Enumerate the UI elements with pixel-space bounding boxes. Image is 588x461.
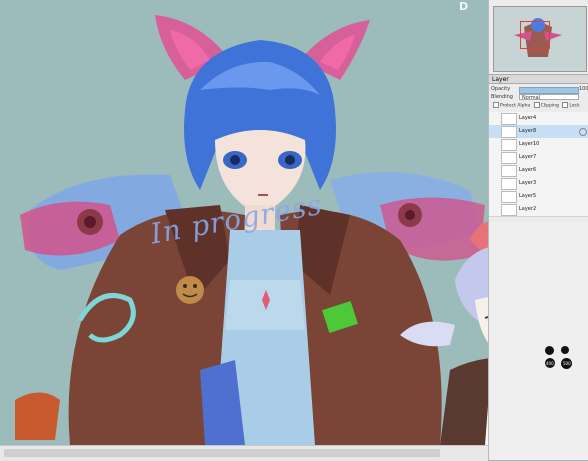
horizontal-scrollbar[interactable] — [0, 445, 488, 461]
layer-thumbnail — [501, 204, 517, 216]
layer-thumbnail — [501, 139, 517, 151]
layer-settings-icon[interactable] — [579, 128, 587, 136]
lock-label: Lock — [569, 103, 580, 109]
layer-row[interactable]: Layer5 — [489, 190, 588, 204]
lock-checkbox[interactable] — [562, 102, 569, 108]
drawing-canvas[interactable]: In progress — [0, 0, 488, 445]
layer-thumbnail — [501, 152, 517, 164]
layer-options: Protect Alpha Clipping Lock — [491, 102, 587, 110]
layer-thumbnail — [501, 126, 517, 138]
clipping-label: Clipping — [540, 103, 559, 109]
blending-row[interactable]: Blending Normal — [491, 93, 587, 102]
layer-thumbnail — [501, 191, 517, 203]
layer-row[interactable]: Layer4 — [489, 112, 588, 126]
layer-row-selected[interactable]: Layer8 — [489, 125, 588, 139]
layer-name: Layer5 — [519, 193, 537, 199]
layer-row[interactable]: Layer7 — [489, 151, 588, 165]
watermark: D — [459, 0, 470, 13]
brush-size-label: 400 — [546, 361, 554, 366]
layer-name: Layer2 — [519, 206, 537, 212]
layer-row[interactable]: Layer3 — [489, 177, 588, 191]
layer-thumbnail — [501, 165, 517, 177]
layer-name: Layer7 — [519, 154, 537, 160]
layer-row[interactable]: Layer2 — [489, 203, 588, 217]
layer-name: Layer3 — [519, 180, 537, 186]
layer-thumbnail — [501, 178, 517, 190]
layer-panel-tab[interactable]: Layer — [489, 74, 588, 84]
right-panel: D Layer Opacity 100 Blending Normal Prot… — [459, 0, 588, 460]
layer-name: Layer4 — [519, 115, 537, 121]
layer-list[interactable]: Layer4 Layer8 Layer10 Layer7 Layer6 Laye… — [489, 112, 588, 332]
protect-alpha-label: Protect Alpha — [500, 103, 531, 109]
protect-alpha-checkbox[interactable] — [493, 102, 499, 108]
navigator-view-rectangle[interactable] — [520, 21, 550, 49]
clipping-checkbox[interactable] — [533, 102, 540, 108]
blending-label: Blending — [491, 94, 513, 100]
panel-empty-area — [489, 222, 588, 460]
layer-name: Layer8 — [519, 128, 537, 134]
navigator-preview[interactable] — [493, 6, 587, 72]
layer-name: Layer6 — [519, 167, 537, 173]
brush-size-dot[interactable] — [545, 346, 554, 355]
layer-row[interactable]: Layer6 — [489, 164, 588, 178]
scrollbar-thumb[interactable] — [4, 449, 440, 457]
layer-thumbnail — [501, 113, 517, 125]
brush-size-label: 500 — [563, 361, 571, 366]
layer-row[interactable]: Layer10 — [489, 138, 588, 152]
brush-size-dot[interactable] — [561, 346, 569, 354]
blending-select[interactable]: Normal — [519, 94, 579, 101]
brush-size-presets: 400 500 — [545, 346, 585, 370]
layer-name: Layer10 — [519, 141, 540, 147]
